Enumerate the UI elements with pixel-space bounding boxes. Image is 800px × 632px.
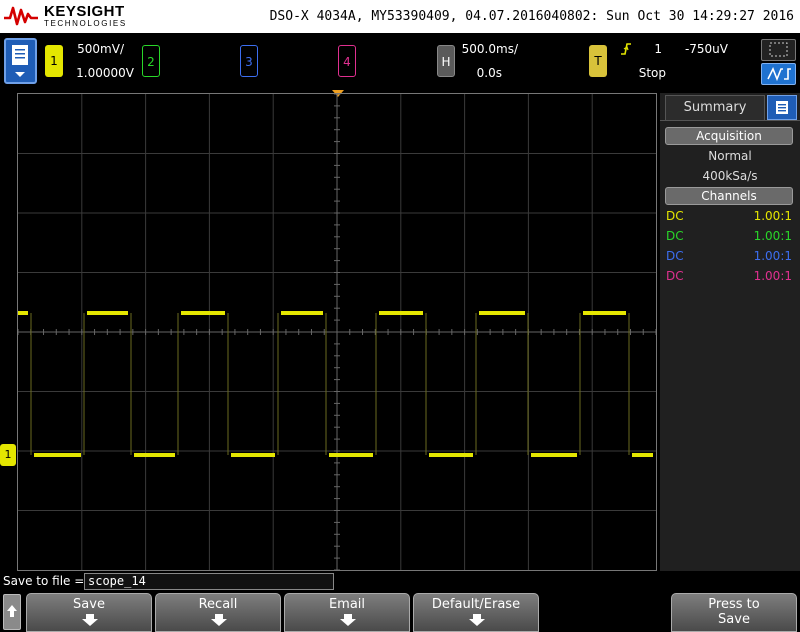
auto-scale-button[interactable] <box>761 63 796 85</box>
channel-4-button[interactable]: 4 <box>338 45 356 77</box>
trace-segment-high <box>479 311 525 315</box>
trace-segment-high <box>281 311 323 315</box>
trace-segment-high <box>87 311 128 315</box>
press-to-label: Press to <box>708 597 760 612</box>
channel-coupling: DC <box>666 209 684 223</box>
trace-segment-low <box>134 453 175 457</box>
summary-panel: Summary Acquisition Normal 400kSa/s Chan… <box>660 93 800 571</box>
trace-segment-high <box>181 311 225 315</box>
back-button[interactable] <box>3 594 21 630</box>
trigger-source: 1 <box>654 42 662 56</box>
channel-1-trace <box>18 311 653 457</box>
waveform-edge-icon <box>767 67 791 82</box>
brand-name: KEYSIGHT <box>44 3 125 20</box>
channel-3-button[interactable]: 3 <box>240 45 258 77</box>
panel-menu-button[interactable] <box>767 95 797 120</box>
zoom-window-button[interactable] <box>761 39 796 61</box>
channel-coupling: DC <box>666 249 684 263</box>
channel-coupling: DC <box>666 269 684 283</box>
probe-ratio: 1.00:1 <box>753 209 792 223</box>
channel-4-number: 4 <box>343 55 351 69</box>
down-arrow-icon <box>340 614 356 626</box>
main-menu-button[interactable] <box>4 38 37 84</box>
channel-1-offset: 1.00000V <box>76 66 134 80</box>
tab-summary[interactable]: Summary <box>665 95 765 120</box>
recall-button[interactable]: Recall <box>155 593 281 632</box>
email-button-label: Email <box>328 597 366 612</box>
control-strip: 1 500mV/ 1.00000V 2 3 4 H 500.0ms/ 0.0s … <box>0 33 800 90</box>
channel-3-number: 3 <box>245 55 253 69</box>
horizontal-button[interactable]: H <box>437 45 455 77</box>
softkey-bar: Save Recall Email Default/Erase Press to… <box>0 591 800 632</box>
trace-segment-low <box>531 453 577 457</box>
trace-segment-low <box>34 453 81 457</box>
channel-2-button[interactable]: 2 <box>142 45 160 77</box>
trace-segment-low <box>429 453 473 457</box>
save-button-label: Save <box>73 597 105 612</box>
horizontal-delay: 0.0s <box>476 66 502 80</box>
trigger-button[interactable]: T <box>589 45 607 77</box>
list-icon <box>776 101 788 114</box>
rising-edge-icon <box>621 43 631 55</box>
trace-segment-low <box>231 453 275 457</box>
sample-rate: 400kSa/s <box>702 169 758 183</box>
trigger-label: T <box>594 54 602 68</box>
channel-1-button[interactable]: 1 <box>45 45 63 77</box>
horizontal-label: H <box>441 55 451 69</box>
probe-ratio: 1.00:1 <box>753 269 792 283</box>
down-arrow-icon <box>211 614 227 626</box>
trace-segment-low <box>329 453 373 457</box>
channel-coupling: DC <box>666 229 684 243</box>
run-status: Stop <box>638 66 666 80</box>
trace-segment-high <box>583 311 626 315</box>
channel-1-scale: 500mV/ <box>77 42 124 56</box>
acquisition-header: Acquisition <box>665 127 793 145</box>
press-to-save-button[interactable]: Press to Save <box>671 593 797 632</box>
zoom-window-icon <box>769 42 788 57</box>
tab-divider <box>660 120 800 121</box>
down-arrow-icon <box>469 614 485 626</box>
trigger-level: -750uV <box>684 42 728 56</box>
up-arrow-icon <box>7 605 17 617</box>
acquisition-mode: Normal <box>708 149 752 163</box>
probe-ratio: 1.00:1 <box>753 229 792 243</box>
trace-segment-high <box>379 311 423 315</box>
keysight-wave-icon <box>4 6 38 26</box>
trace-segment-high <box>18 311 28 315</box>
probe-ratio: 1.00:1 <box>753 249 792 263</box>
default-erase-button-label: Default/Erase <box>431 597 521 612</box>
save-to-file-label: Save to file = <box>3 574 85 588</box>
channel-1-number: 1 <box>50 54 58 68</box>
press-save-label: Save <box>718 612 750 627</box>
down-arrow-icon <box>82 614 98 626</box>
title-bar: KEYSIGHT TECHNOLOGIES DSO-X 4034A, MY533… <box>0 0 800 33</box>
trace-segment-low <box>632 453 653 457</box>
default-erase-button[interactable]: Default/Erase <box>413 593 539 632</box>
channel-1-ground-marker[interactable]: 1 <box>0 444 16 466</box>
keysight-logo: KEYSIGHT TECHNOLOGIES <box>4 2 134 30</box>
menu-icon <box>12 45 28 77</box>
timebase-value: 500.0ms/ <box>461 42 518 56</box>
recall-button-label: Recall <box>198 597 238 612</box>
scope-info: DSO-X 4034A, MY53390409, 04.07.201604080… <box>269 9 794 24</box>
save-button[interactable]: Save <box>26 593 152 632</box>
channels-header: Channels <box>665 187 793 205</box>
channel-2-number: 2 <box>147 55 155 69</box>
brand-subtitle: TECHNOLOGIES <box>44 19 127 28</box>
channel-1-marker-label: 1 <box>4 448 12 461</box>
waveform-display[interactable] <box>17 93 657 571</box>
email-button[interactable]: Email <box>284 593 410 632</box>
graticule <box>17 93 657 571</box>
file-name-field[interactable]: scope_14 <box>84 573 334 590</box>
